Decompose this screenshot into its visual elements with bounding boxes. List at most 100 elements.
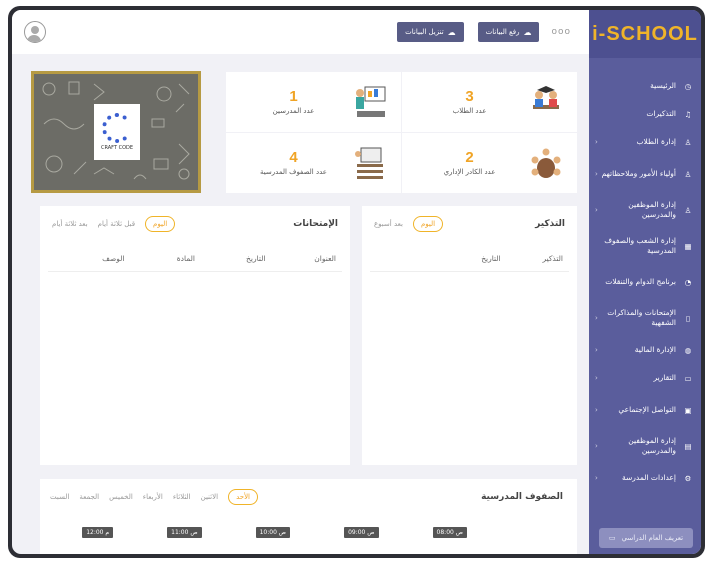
sidebar-item-0[interactable]: ◷ الرئيسية xyxy=(589,72,701,100)
avatar[interactable] xyxy=(24,21,46,43)
sidebar-item-3[interactable]: ♙ أولياء الأمور وملاحظاتهم ‹ xyxy=(589,156,701,192)
sidebar-item-1[interactable]: ♫ التذكيرات xyxy=(589,100,701,128)
sidebar-item-4[interactable]: ♙ إدارة الموظفين والمدرسين ‹ xyxy=(589,192,701,228)
classroom-icon xyxy=(355,147,383,179)
define-school-year-button[interactable]: تعريف العام الدراسي ▭ xyxy=(599,528,693,548)
staff-icon: ♙ xyxy=(684,205,692,215)
sidebar-item-label: إدارة الطلاب xyxy=(636,136,677,146)
sidebar-item-label: برنامج الدوام والتنقلات xyxy=(605,276,676,286)
sidebar-item-9[interactable]: ▭ التقارير ‹ xyxy=(589,364,701,392)
classes-count: 4 xyxy=(289,148,298,166)
app-screen: i-SCHOOL ◷ الرئيسية ♫ التذكيرات ♙ إدارة الطلا… xyxy=(12,10,701,554)
reminders-table-header: التذكير التاريخ xyxy=(370,246,569,272)
admin-staff-label: عدد الكادر الإداري xyxy=(443,168,496,177)
exams-tab-after-3-days[interactable]: بعد ثلاثة أيام xyxy=(52,220,88,228)
sidebar-item-10[interactable]: ▣ التواصل الإجتماعي ‹ xyxy=(589,392,701,428)
stat-students: 3 عدد الطلاب xyxy=(402,72,577,132)
money-icon: ◍ xyxy=(684,345,692,355)
reminders-col-reminder: التذكير xyxy=(542,254,563,263)
id-card-icon: ▤ xyxy=(684,441,692,451)
time-slots: 08:00 ص 09:00 ص 10:00 ص 11:00 ص 12:00 م xyxy=(40,505,577,538)
classes-title: الصفوف المدرسية xyxy=(481,492,563,502)
day-tab-0[interactable]: الأحد xyxy=(228,489,259,505)
sidebar-nav: ◷ الرئيسية ♫ التذكيرات ♙ إدارة الطلاب ‹ ♙ أولياء… xyxy=(589,58,701,492)
teachers-count: 1 xyxy=(289,87,298,105)
user-icon: ♙ xyxy=(684,137,692,147)
chevron-left-icon: ‹ xyxy=(595,206,598,214)
time-slot-1: 09:00 ص xyxy=(344,527,379,538)
sidebar-item-label: الرئيسية xyxy=(650,80,676,90)
sidebar-item-label: التذكيرات xyxy=(646,108,676,118)
sidebar-item-8[interactable]: ◍ الإدارة المالية ‹ xyxy=(589,336,701,364)
sidebar-item-label: إدارة الموظفين والمدرسين xyxy=(628,435,676,456)
reminders-col-date: التاريخ xyxy=(481,254,501,263)
day-tab-6[interactable]: السبت xyxy=(50,493,69,501)
craft-code-logo: CRAFT CODE xyxy=(94,104,140,160)
day-tab-3[interactable]: الأربعاء xyxy=(143,493,163,501)
school-banner: CRAFT CODE xyxy=(31,71,201,193)
time-slot-4: 12:00 م xyxy=(82,527,114,538)
calendar-icon: ▭ xyxy=(608,534,616,542)
day-tab-5[interactable]: الجمعة xyxy=(79,493,99,501)
chevron-left-icon: ‹ xyxy=(595,442,598,450)
time-slot-2: 10:00 ص xyxy=(255,527,291,538)
craft-code-logo-text: CRAFT CODE xyxy=(100,145,134,151)
sidebar-item-7[interactable]: ▯ الإمتحانات والمذاكرات الشفهية ‹ xyxy=(589,300,701,336)
chevron-left-icon: ‹ xyxy=(595,474,598,482)
stat-admin-staff: 2 عدد الكادر الإداري xyxy=(402,133,577,193)
time-slot-0: 08:00 ص xyxy=(432,527,467,538)
app-logo[interactable]: i-SCHOOL xyxy=(589,10,701,58)
sidebar-item-5[interactable]: ▦ إدارة الشعب والصفوف المدرسية xyxy=(589,228,701,264)
time-slot-3: 11:00 ص xyxy=(167,527,202,538)
admin-staff-count: 2 xyxy=(465,148,474,166)
students-icon xyxy=(533,86,559,109)
reminders-tab-week[interactable]: بعد أسبوع xyxy=(374,220,403,228)
download-data-button[interactable]: ☁ تنزيل البيانات xyxy=(397,22,464,42)
sidebar-item-12[interactable]: ⚙ إعدادات المدرسة ‹ xyxy=(589,464,701,492)
students-label: عدد الطلاب xyxy=(452,107,487,116)
chevron-left-icon: ‹ xyxy=(595,314,598,322)
settings-icon: ⚙ xyxy=(684,473,692,483)
chevron-left-icon: ‹ xyxy=(595,138,598,146)
clock-icon: ◔ xyxy=(684,277,692,287)
exams-panel: الإمتحانات اليوم قبل ثلاثة أيام بعد ثلاث… xyxy=(40,206,350,465)
exams-col-title: العنوان xyxy=(314,254,336,263)
report-icon: ▭ xyxy=(684,373,692,383)
sidebar-item-11[interactable]: ▤ إدارة الموظفين والمدرسين ‹ xyxy=(589,428,701,464)
day-tab-2[interactable]: الثلاثاء xyxy=(173,493,191,501)
sidebar-item-label: الإمتحانات والمذاكرات الشفهية xyxy=(607,307,676,328)
sidebar-item-label: أولياء الأمور وملاحظاتهم xyxy=(601,168,676,178)
chat-icon: ▣ xyxy=(684,405,692,415)
upload-data-button[interactable]: ☁ رفع البيانات xyxy=(477,22,540,42)
cloud-upload-icon: ☁ xyxy=(523,27,532,37)
day-tab-4[interactable]: الخميس xyxy=(109,493,133,501)
exams-tab-today[interactable]: اليوم xyxy=(145,216,176,232)
download-data-label: تنزيل البيانات xyxy=(405,28,444,36)
grid-icon: ▦ xyxy=(684,241,692,251)
sidebar-item-label: إعدادات المدرسة xyxy=(621,472,676,482)
reminders-title: التذكير xyxy=(535,219,565,229)
teachers-label: عدد المدرسين xyxy=(272,107,315,116)
exams-table-header: العنوان التاريخ المادة الوصف xyxy=(48,246,342,272)
day-tabs: الأحد الاثنين الثلاثاء الأربعاء الخميس الجمعة… xyxy=(50,489,259,505)
sidebar-item-2[interactable]: ♙ إدارة الطلاب ‹ xyxy=(589,128,701,156)
sidebar-item-label: التواصل الإجتماعي xyxy=(618,404,676,414)
sidebar-item-label: التقارير xyxy=(653,372,676,382)
exams-col-subject: المادة xyxy=(176,254,195,263)
classes-panel: الصفوف المدرسية الأحد الاثنين الثلاثاء الأر… xyxy=(40,479,577,554)
students-count: 3 xyxy=(465,87,474,105)
sidebar-item-label: إدارة الشعب والصفوف المدرسية xyxy=(604,235,676,256)
device-frame: i-SCHOOL ◷ الرئيسية ♫ التذكيرات ♙ إدارة الطلا… xyxy=(8,6,705,558)
reminders-tab-today[interactable]: اليوم xyxy=(412,216,444,232)
reminders-panel: التذكير اليوم بعد أسبوع التذكير التاريخ xyxy=(362,206,577,465)
exams-col-date: التاريخ xyxy=(246,254,266,263)
teacher-icon xyxy=(356,86,386,117)
exams-tab-before-3-days[interactable]: قبل ثلاثة أيام xyxy=(98,220,135,228)
meeting-icon xyxy=(531,148,561,178)
stat-teachers: 1 عدد المدرسين xyxy=(226,72,401,132)
more-dots[interactable]: ooo xyxy=(551,27,571,37)
day-tab-1[interactable]: الاثنين xyxy=(201,493,218,501)
sidebar-item-6[interactable]: ◔ برنامج الدوام والتنقلات xyxy=(589,264,701,300)
exams-title: الإمتحانات xyxy=(293,219,338,229)
chevron-left-icon: ‹ xyxy=(595,406,598,414)
